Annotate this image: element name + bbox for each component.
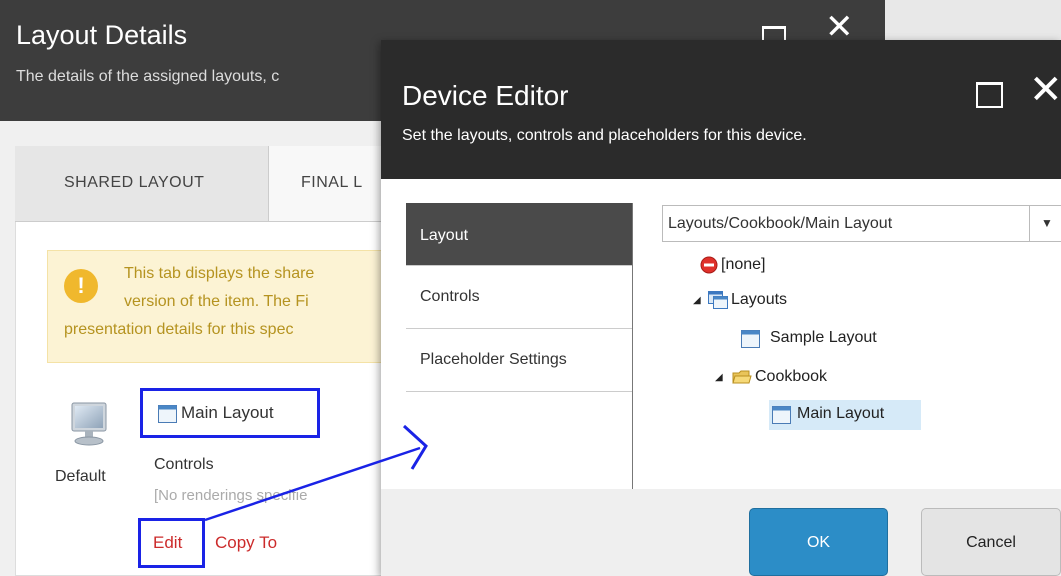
tab-final-layout[interactable]: FINAL L	[268, 146, 395, 222]
layout-window-icon	[158, 405, 177, 428]
info-message-line: presentation details for this spec	[64, 321, 294, 338]
ok-button[interactable]: OK	[749, 508, 888, 576]
device-label: Default	[55, 468, 106, 485]
main-layout-label: Main Layout	[181, 403, 274, 422]
tab-shared-layout[interactable]: SHARED LAYOUT	[15, 146, 268, 222]
device-editor-subtitle: Set the layouts, controls and placeholde…	[402, 127, 807, 144]
main-layout-link[interactable]: Main Layout	[140, 388, 320, 438]
nav-item-label: Layout	[420, 227, 469, 244]
no-entry-icon	[700, 256, 718, 279]
no-renderings-text: [No renderings specifie	[154, 487, 308, 504]
monitor-icon	[66, 401, 112, 447]
tree-item-main-layout[interactable]: Main Layout	[769, 400, 921, 430]
nav-item-placeholder-settings[interactable]: Placeholder Settings	[406, 329, 632, 392]
close-icon[interactable]: ✕	[1029, 70, 1061, 110]
layout-select[interactable]: Layouts/Cookbook/Main Layout ▼	[662, 205, 1061, 242]
device-editor-title: Device Editor	[402, 80, 569, 111]
info-message-line: This tab displays the share	[124, 265, 315, 282]
tree-item-label: Main Layout	[797, 405, 885, 422]
nav-item-layout[interactable]: Layout	[406, 203, 632, 266]
layout-details-title: Layout Details	[16, 20, 188, 50]
layout-window-icon	[772, 406, 791, 429]
expand-triangle-icon[interactable]: ◢	[715, 372, 723, 383]
tree-item-label: Layouts	[731, 291, 788, 308]
maximize-icon[interactable]	[976, 82, 1003, 108]
edit-link-label: Edit	[153, 533, 183, 552]
layout-select-value: Layouts/Cookbook/Main Layout	[668, 215, 893, 232]
nav-item-label: Controls	[420, 288, 480, 305]
nav-item-controls[interactable]: Controls	[406, 266, 632, 329]
tab-final-layout-label: FINAL L	[301, 174, 363, 191]
device-editor-nav: Layout Controls Placeholder Settings	[406, 203, 633, 493]
edit-link[interactable]: Edit	[138, 518, 205, 568]
info-message-line: version of the item. The Fi	[124, 293, 309, 310]
tab-shared-layout-label: SHARED LAYOUT	[64, 174, 205, 191]
nav-item-label: Placeholder Settings	[420, 351, 567, 368]
layouts-folder-icon	[708, 291, 728, 314]
layout-details-subtitle: The details of the assigned layouts, c	[16, 68, 280, 85]
cancel-button[interactable]: Cancel	[921, 508, 1061, 576]
warning-icon: !	[64, 269, 98, 303]
tree-item-label: [none]	[721, 256, 766, 273]
device-editor-dialog: Device Editor Set the layouts, controls …	[381, 40, 1061, 576]
expand-triangle-icon[interactable]: ◢	[693, 295, 701, 306]
tree-item-label: Sample Layout	[770, 329, 877, 346]
controls-label: Controls	[154, 456, 214, 473]
layout-window-icon	[741, 330, 760, 353]
tree-item-label: Cookbook	[755, 368, 828, 385]
folder-icon	[732, 368, 752, 391]
close-icon[interactable]: ✕	[825, 10, 854, 44]
chevron-down-icon[interactable]: ▼	[1029, 206, 1061, 241]
copy-to-link[interactable]: Copy To	[215, 533, 277, 553]
